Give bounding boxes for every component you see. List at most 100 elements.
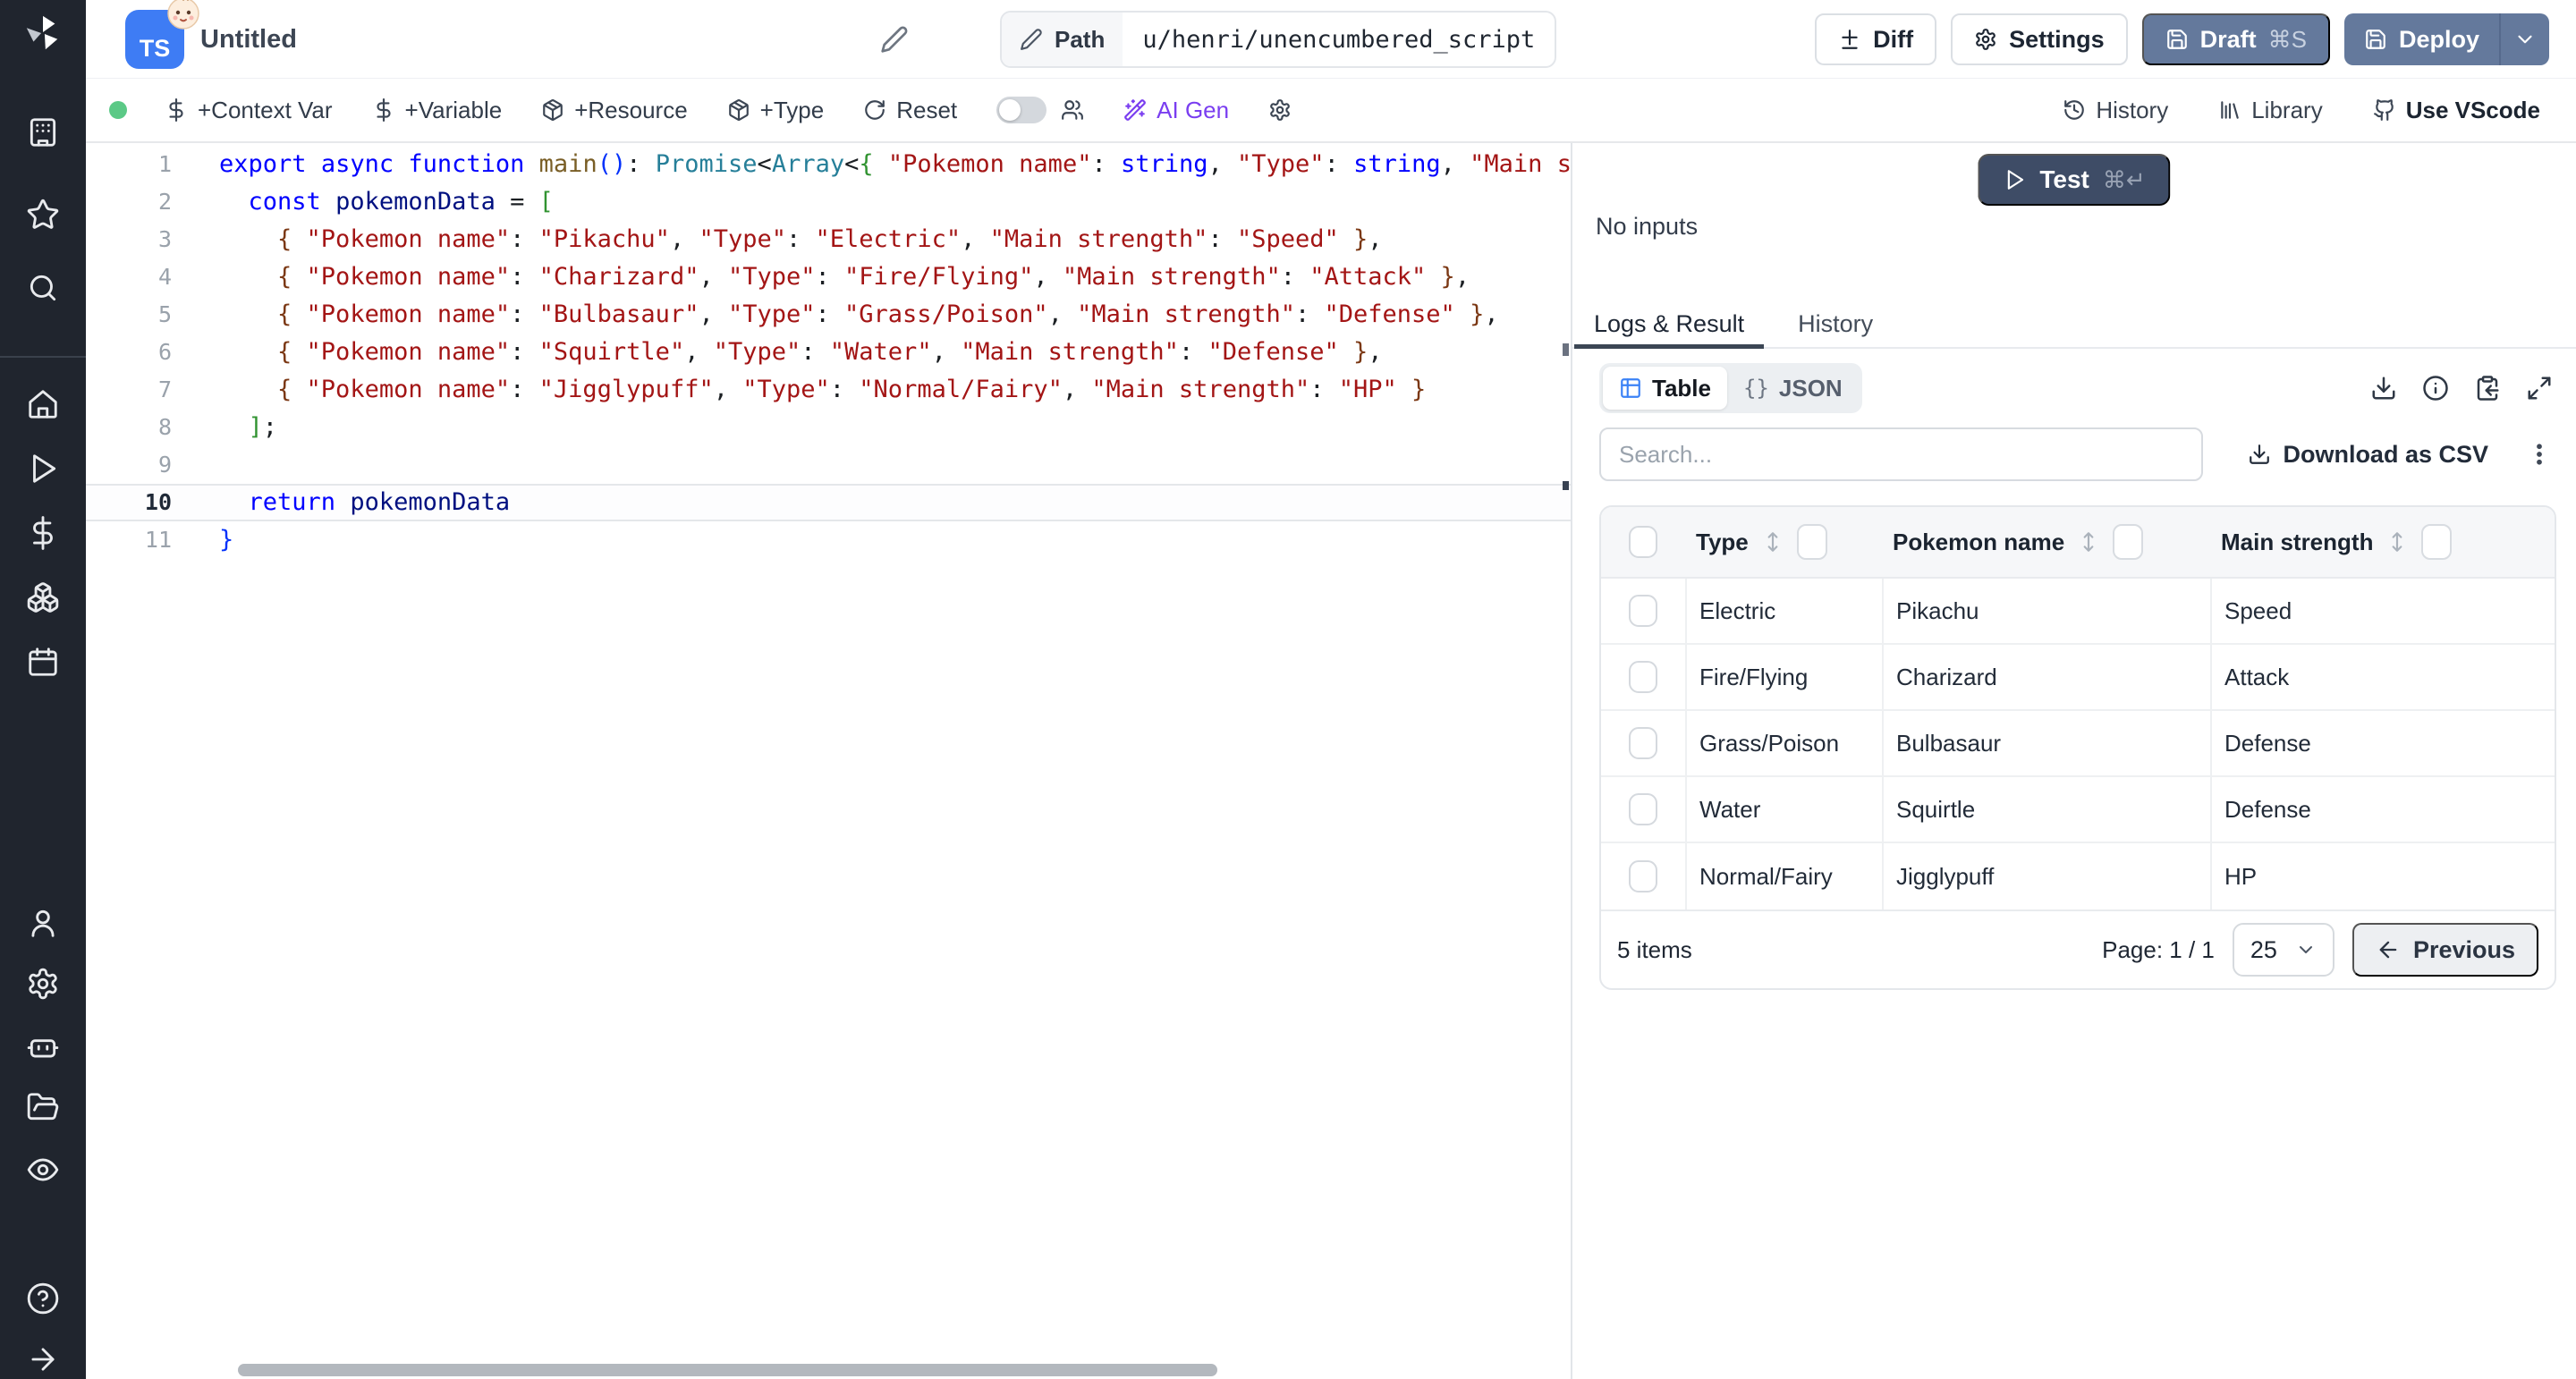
- multiplayer-toggle[interactable]: [996, 97, 1046, 123]
- view-toggle: Table {} JSON: [1599, 363, 1862, 413]
- sidebar-item-folders[interactable]: [26, 1090, 60, 1124]
- table-row[interactable]: Normal/FairyJigglypuffHP: [1601, 843, 2555, 909]
- row-checkbox[interactable]: [1629, 661, 1657, 693]
- draft-shortcut: ⌘S: [2268, 26, 2307, 54]
- settings-button[interactable]: Settings: [1951, 13, 2128, 65]
- column-header[interactable]: Type: [1696, 529, 1749, 556]
- sidebar-item-favorites[interactable]: [26, 198, 60, 232]
- overview-ruler-mark: [1563, 481, 1569, 490]
- page-size-select[interactable]: 25: [2233, 923, 2334, 977]
- add-context-var-button[interactable]: +Context Var: [165, 97, 333, 124]
- tab-history[interactable]: History: [1791, 300, 1880, 347]
- table-row[interactable]: WaterSquirtleDefense: [1601, 777, 2555, 843]
- sidebar-item-home[interactable]: [26, 387, 60, 421]
- script-path-value[interactable]: u/henri/unencumbered_script: [1123, 13, 1555, 66]
- code-line-6[interactable]: 6 { "Pokemon name": "Squirtle", "Type": …: [86, 334, 1571, 371]
- sort-icon[interactable]: [2077, 530, 2100, 554]
- column-filter-box[interactable]: [1797, 524, 1827, 560]
- add-resource-button[interactable]: +Resource: [541, 97, 687, 124]
- use-vscode-button[interactable]: Use VScode: [2373, 97, 2540, 124]
- sidebar-collapse-arrow-icon[interactable]: [26, 1342, 60, 1376]
- deploy-button[interactable]: Deploy: [2344, 13, 2499, 65]
- code-editor[interactable]: 1export async function main(): Promise<A…: [86, 143, 1572, 1379]
- editor-horizontal-scrollbar[interactable]: [238, 1364, 1217, 1376]
- table-row[interactable]: Fire/FlyingCharizardAttack: [1601, 645, 2555, 711]
- search-input[interactable]: [1599, 427, 2203, 481]
- result-tabs: Logs & Result History: [1572, 300, 2576, 349]
- topbar: TS Untitled Path u/henri/unencumbered_sc…: [86, 0, 2576, 79]
- tab-logs-result[interactable]: Logs & Result: [1587, 300, 1751, 347]
- diff-button[interactable]: Diff: [1815, 13, 1936, 65]
- row-checkbox[interactable]: [1629, 727, 1657, 759]
- code-line-2[interactable]: 2 const pokemonData = [: [86, 183, 1571, 221]
- table-row[interactable]: ElectricPikachuSpeed: [1601, 579, 2555, 645]
- add-type-button[interactable]: +Type: [727, 97, 825, 124]
- line-number: 7: [86, 371, 172, 409]
- sidebar-item-variables[interactable]: [26, 516, 60, 550]
- table-cell: Normal/Fairy: [1685, 843, 1882, 909]
- sidebar-item-audit-logs[interactable]: [26, 1153, 60, 1187]
- table-row[interactable]: Grass/PoisonBulbasaurDefense: [1601, 711, 2555, 777]
- code-line-8[interactable]: 8 ];: [86, 409, 1571, 446]
- add-variable-button[interactable]: +Variable: [372, 97, 503, 124]
- table-cell: Defense: [2210, 711, 2555, 775]
- sidebar-item-user[interactable]: [26, 906, 60, 940]
- column-filter-box[interactable]: [2421, 524, 2452, 560]
- sidebar-item-search[interactable]: [26, 271, 60, 305]
- braces-icon: {}: [1743, 376, 1769, 401]
- windmill-app: TS Untitled Path u/henri/unencumbered_sc…: [0, 0, 2576, 1379]
- code-text: }: [172, 521, 233, 559]
- code-line-5[interactable]: 5 { "Pokemon name": "Bulbasaur", "Type":…: [86, 296, 1571, 334]
- download-csv-button[interactable]: Download as CSV: [2248, 441, 2488, 469]
- sort-icon[interactable]: [2385, 530, 2409, 554]
- sidebar-item-runs[interactable]: [26, 452, 60, 486]
- expand-icon[interactable]: [2526, 375, 2553, 402]
- edit-title-pencil-icon[interactable]: [880, 25, 909, 54]
- row-checkbox[interactable]: [1629, 595, 1657, 627]
- page-title: Untitled: [200, 0, 297, 79]
- table-cell: Pikachu: [1882, 579, 2210, 643]
- sidebar: [0, 0, 86, 1379]
- reset-icon: [863, 98, 886, 122]
- sidebar-item-workers[interactable]: [26, 1029, 60, 1063]
- sidebar-item-help[interactable]: [26, 1282, 60, 1316]
- view-toggle-json[interactable]: {} JSON: [1727, 367, 1859, 410]
- reset-button[interactable]: Reset: [863, 97, 957, 124]
- deploy-dropdown-button[interactable]: [2499, 13, 2549, 65]
- sidebar-item-settings[interactable]: [26, 967, 60, 1001]
- code-line-10[interactable]: 10 return pokemonData: [86, 484, 1571, 521]
- test-button[interactable]: Test ⌘↵: [1978, 154, 2170, 206]
- code-line-11[interactable]: 11}: [86, 521, 1571, 559]
- editor-settings-gear-icon[interactable]: [1268, 98, 1292, 122]
- clipboard-copy-icon[interactable]: [2474, 375, 2501, 402]
- column-header[interactable]: Pokemon name: [1893, 529, 2064, 556]
- code-line-1[interactable]: 1export async function main(): Promise<A…: [86, 146, 1571, 183]
- code-line-4[interactable]: 4 { "Pokemon name": "Charizard", "Type":…: [86, 258, 1571, 296]
- sidebar-item-workspace[interactable]: [26, 115, 60, 149]
- column-filter-box[interactable]: [2113, 524, 2143, 560]
- kebab-menu-icon[interactable]: [2526, 441, 2553, 468]
- info-icon[interactable]: [2422, 375, 2449, 402]
- collaborators-icon[interactable]: [1061, 98, 1084, 122]
- script-path-pill[interactable]: Path u/henri/unencumbered_script: [1000, 11, 1556, 68]
- draft-button[interactable]: Draft ⌘S: [2142, 13, 2330, 65]
- view-toggle-table[interactable]: Table: [1603, 367, 1727, 410]
- download-icon[interactable]: [2370, 375, 2397, 402]
- sidebar-item-resources[interactable]: [26, 580, 60, 614]
- code-lines: 1export async function main(): Promise<A…: [86, 146, 1571, 559]
- library-button[interactable]: Library: [2218, 97, 2322, 124]
- sort-icon[interactable]: [1761, 530, 1784, 554]
- line-number: 1: [86, 146, 172, 183]
- code-line-7[interactable]: 7 { "Pokemon name": "Jigglypuff", "Type"…: [86, 371, 1571, 409]
- sidebar-item-schedules[interactable]: [26, 645, 60, 679]
- row-checkbox[interactable]: [1629, 793, 1657, 825]
- history-button[interactable]: History: [2063, 97, 2168, 124]
- code-line-3[interactable]: 3 { "Pokemon name": "Pikachu", "Type": "…: [86, 221, 1571, 258]
- ai-gen-button[interactable]: AI Gen: [1123, 97, 1229, 124]
- select-all-checkbox[interactable]: [1629, 526, 1657, 558]
- row-checkbox[interactable]: [1629, 860, 1657, 893]
- code-line-9[interactable]: 9: [86, 446, 1571, 484]
- previous-page-button[interactable]: Previous: [2352, 923, 2538, 977]
- windmill-logo-icon[interactable]: [22, 13, 64, 54]
- column-header[interactable]: Main strength: [2221, 529, 2373, 556]
